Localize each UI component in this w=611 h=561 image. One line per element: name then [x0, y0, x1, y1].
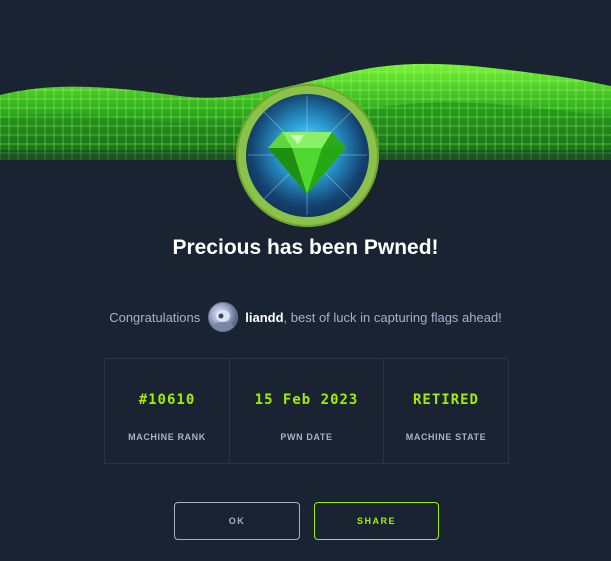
ok-button[interactable]: OK	[174, 502, 300, 540]
pwn-date-label: PWN DATE	[280, 432, 333, 442]
pwn-date-value: 15 Feb 2023	[254, 392, 359, 408]
congratulations-message: Congratulations liandd , best of luck in…	[0, 302, 611, 332]
stats-panel: #10610 MACHINE RANK 15 Feb 2023 PWN DATE…	[104, 358, 509, 464]
machine-state-label: MACHINE STATE	[405, 432, 487, 442]
machine-rank-label: MACHINE RANK	[128, 432, 206, 442]
green-gem-icon	[248, 96, 367, 215]
stat-machine-rank: #10610 MACHINE RANK	[105, 359, 229, 463]
avatar[interactable]	[208, 302, 239, 332]
user-avatar-icon	[213, 310, 234, 331]
congrats-prefix: Congratulations	[109, 309, 201, 325]
stat-pwn-date: 15 Feb 2023 PWN DATE	[229, 359, 383, 463]
username-link[interactable]: liandd	[245, 310, 283, 325]
page-title: Precious has been Pwned!	[172, 236, 439, 259]
stat-machine-state: RETIRED MACHINE STATE	[383, 359, 508, 463]
machine-rank-value: #10610	[138, 392, 196, 408]
congrats-suffix: , best of luck in capturing flags ahead!	[283, 309, 502, 325]
machine-badge	[236, 84, 379, 227]
machine-state-value: RETIRED	[412, 392, 479, 408]
share-button[interactable]: SHARE	[314, 502, 439, 540]
